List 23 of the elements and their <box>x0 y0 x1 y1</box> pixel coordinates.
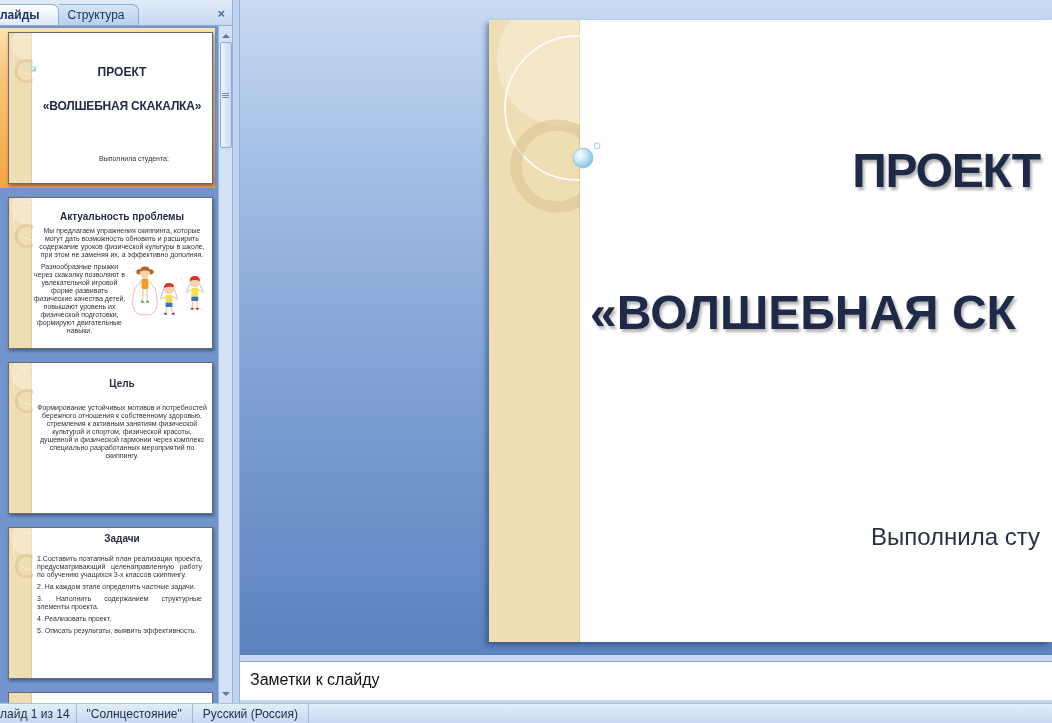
language-status: Русский (Россия) <box>202 706 298 721</box>
slide-title: Актуальность проблемы <box>59 211 184 223</box>
slide-title: ПРОЕКТ <box>852 147 1040 195</box>
slide-title: ПРОЕКТ <box>97 65 147 79</box>
arrow-down-icon[interactable] <box>221 692 230 696</box>
slide-subtitle: «ВОЛШЕБНАЯ СК <box>590 289 1016 337</box>
ring-ornament-drawing <box>9 198 33 250</box>
slide-author: Выполнила сту <box>870 525 1040 549</box>
theme-name: "Солнцестояние" <box>86 706 182 721</box>
close-button[interactable]: × <box>214 6 228 21</box>
ring-ornament-drawing <box>9 33 39 85</box>
pane-tab[interactable]: лайды <box>0 4 59 25</box>
slide-title: Задачи <box>104 533 140 545</box>
pane-tab[interactable]: Структура <box>58 4 140 25</box>
scrollbar-thumb[interactable] <box>219 42 232 148</box>
arrow-up-icon[interactable] <box>221 34 230 38</box>
ring-ornament-drawing <box>9 363 33 415</box>
slide-side-band <box>9 693 32 703</box>
grip-icon <box>222 92 229 98</box>
ring-ornament-drawing <box>9 528 33 580</box>
slide-title: Цель <box>109 378 135 390</box>
slide-subtitle: «ВОЛШЕБНАЯ СКАКАЛКА» <box>42 99 202 113</box>
slide-counter: лайд 1 из 14 <box>0 706 70 721</box>
